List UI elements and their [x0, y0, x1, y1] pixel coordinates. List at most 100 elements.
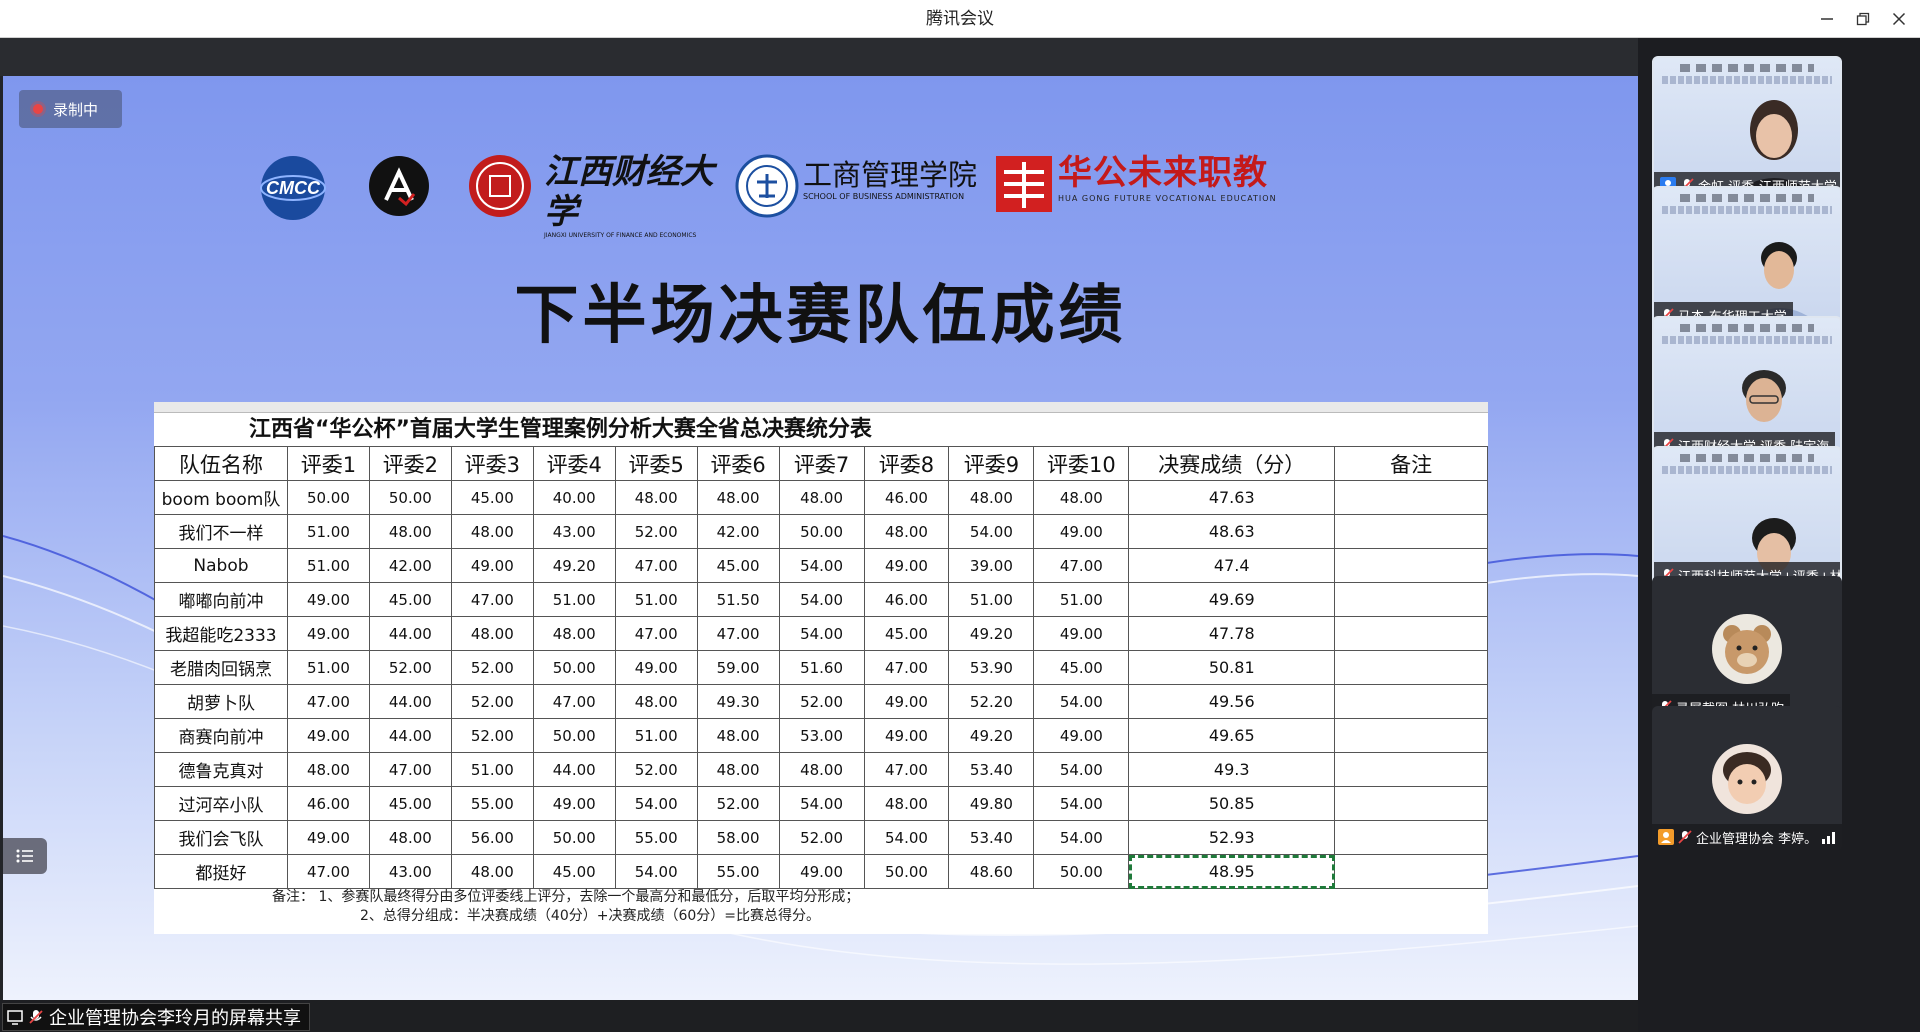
judge-score-cell[interactable]: 48.00: [696, 718, 780, 753]
remark-cell[interactable]: [1334, 548, 1488, 583]
judge-score-cell[interactable]: 49.00: [1033, 616, 1130, 651]
judge-score-cell[interactable]: 49.80: [948, 786, 1035, 821]
judge-score-cell[interactable]: 49.00: [863, 684, 950, 719]
recording-indicator[interactable]: 录制中: [19, 90, 122, 128]
participant-tile[interactable]: 录屏截图 林川弘昀: [1652, 576, 1842, 720]
judge-score-cell[interactable]: 43.00: [368, 854, 452, 889]
judge-score-cell[interactable]: 45.00: [368, 786, 452, 821]
judge-score-cell[interactable]: 51.00: [948, 582, 1035, 617]
judge-score-cell[interactable]: 42.00: [368, 548, 452, 583]
judge-score-cell[interactable]: 47.00: [1033, 548, 1130, 583]
judge-score-cell[interactable]: 50.00: [863, 854, 950, 889]
minimize-button[interactable]: [1812, 6, 1842, 32]
judge-score-cell[interactable]: 46.00: [863, 582, 950, 617]
judge-score-cell[interactable]: 45.00: [450, 480, 534, 515]
judge-score-cell[interactable]: 49.00: [532, 786, 616, 821]
side-toolbar-toggle[interactable]: [3, 838, 47, 874]
judge-score-cell[interactable]: 50.00: [286, 480, 370, 515]
final-score-cell[interactable]: 50.81: [1128, 650, 1336, 685]
judge-score-cell[interactable]: 49.00: [1033, 514, 1130, 549]
judge-score-cell[interactable]: 49.00: [1033, 718, 1130, 753]
team-name-cell[interactable]: 我超能吃2333: [154, 616, 288, 651]
remark-cell[interactable]: [1334, 616, 1488, 651]
judge-score-cell[interactable]: 48.00: [614, 480, 698, 515]
judge-score-cell[interactable]: 49.20: [948, 718, 1035, 753]
judge-score-cell[interactable]: 44.00: [532, 752, 616, 787]
judge-score-cell[interactable]: 54.00: [778, 582, 865, 617]
judge-score-cell[interactable]: 52.00: [614, 514, 698, 549]
judge-score-cell[interactable]: 53.00: [778, 718, 865, 753]
judge-score-cell[interactable]: 44.00: [368, 684, 452, 719]
judge-score-cell[interactable]: 50.00: [532, 820, 616, 855]
judge-score-cell[interactable]: 50.00: [1033, 854, 1130, 889]
judge-score-cell[interactable]: 48.00: [450, 854, 534, 889]
final-score-cell[interactable]: 47.78: [1128, 616, 1336, 651]
judge-score-cell[interactable]: 48.00: [696, 480, 780, 515]
participant-tile[interactable]: 江西财经大学 评委 陆宇海: [1652, 316, 1842, 460]
judge-score-cell[interactable]: 48.00: [863, 514, 950, 549]
judge-score-cell[interactable]: 45.00: [532, 854, 616, 889]
judge-score-cell[interactable]: 48.00: [286, 752, 370, 787]
judge-score-cell[interactable]: 51.50: [696, 582, 780, 617]
judge-score-cell[interactable]: 51.00: [532, 582, 616, 617]
judge-score-cell[interactable]: 48.00: [696, 752, 780, 787]
judge-score-cell[interactable]: 53.40: [948, 752, 1035, 787]
judge-score-cell[interactable]: 48.00: [863, 786, 950, 821]
screen-share-indicator[interactable]: 企业管理协会李玲月的屏幕共享: [2, 1003, 310, 1031]
remark-cell[interactable]: [1334, 480, 1488, 515]
remark-cell[interactable]: [1334, 752, 1488, 787]
judge-score-cell[interactable]: 55.00: [450, 786, 534, 821]
judge-score-cell[interactable]: 50.00: [532, 718, 616, 753]
judge-score-cell[interactable]: 47.00: [532, 684, 616, 719]
judge-score-cell[interactable]: 45.00: [1033, 650, 1130, 685]
judge-score-cell[interactable]: 48.60: [948, 854, 1035, 889]
judge-score-cell[interactable]: 54.00: [778, 786, 865, 821]
judge-score-cell[interactable]: 48.00: [368, 820, 452, 855]
judge-score-cell[interactable]: 48.00: [368, 514, 452, 549]
judge-score-cell[interactable]: 49.00: [450, 548, 534, 583]
judge-score-cell[interactable]: 52.00: [778, 684, 865, 719]
remark-cell[interactable]: [1334, 854, 1488, 889]
team-name-cell[interactable]: 我们会飞队: [154, 820, 288, 855]
team-name-cell[interactable]: 商赛向前冲: [154, 718, 288, 753]
judge-score-cell[interactable]: 49.00: [778, 854, 865, 889]
judge-score-cell[interactable]: 51.00: [1033, 582, 1130, 617]
judge-score-cell[interactable]: 52.00: [450, 684, 534, 719]
judge-score-cell[interactable]: 53.40: [948, 820, 1035, 855]
judge-score-cell[interactable]: 51.00: [614, 582, 698, 617]
judge-score-cell[interactable]: 46.00: [863, 480, 950, 515]
judge-score-cell[interactable]: 51.60: [778, 650, 865, 685]
judge-score-cell[interactable]: 49.00: [286, 718, 370, 753]
judge-score-cell[interactable]: 47.00: [614, 548, 698, 583]
judge-score-cell[interactable]: 54.00: [1033, 786, 1130, 821]
judge-score-cell[interactable]: 42.00: [696, 514, 780, 549]
judge-score-cell[interactable]: 49.30: [696, 684, 780, 719]
remark-cell[interactable]: [1334, 514, 1488, 549]
judge-score-cell[interactable]: 49.20: [532, 548, 616, 583]
team-name-cell[interactable]: 胡萝卜队: [154, 684, 288, 719]
team-name-cell[interactable]: Nabob: [154, 548, 288, 583]
judge-score-cell[interactable]: 47.00: [863, 650, 950, 685]
judge-score-cell[interactable]: 39.00: [948, 548, 1035, 583]
final-score-cell[interactable]: 49.56: [1128, 684, 1336, 719]
final-score-cell[interactable]: 47.4: [1128, 548, 1336, 583]
team-name-cell[interactable]: 都挺好: [154, 854, 288, 889]
restore-button[interactable]: [1848, 6, 1878, 32]
judge-score-cell[interactable]: 56.00: [450, 820, 534, 855]
judge-score-cell[interactable]: 45.00: [696, 548, 780, 583]
remark-cell[interactable]: [1334, 786, 1488, 821]
judge-score-cell[interactable]: 54.00: [778, 616, 865, 651]
judge-score-cell[interactable]: 55.00: [696, 854, 780, 889]
judge-score-cell[interactable]: 54.00: [1033, 684, 1130, 719]
judge-score-cell[interactable]: 49.00: [286, 616, 370, 651]
judge-score-cell[interactable]: 54.00: [863, 820, 950, 855]
judge-score-cell[interactable]: 55.00: [614, 820, 698, 855]
judge-score-cell[interactable]: 52.00: [696, 786, 780, 821]
judge-score-cell[interactable]: 59.00: [696, 650, 780, 685]
judge-score-cell[interactable]: 52.00: [778, 820, 865, 855]
judge-score-cell[interactable]: 40.00: [532, 480, 616, 515]
judge-score-cell[interactable]: 47.00: [286, 854, 370, 889]
final-score-cell[interactable]: 49.65: [1128, 718, 1336, 753]
judge-score-cell[interactable]: 47.00: [696, 616, 780, 651]
judge-score-cell[interactable]: 52.00: [368, 650, 452, 685]
